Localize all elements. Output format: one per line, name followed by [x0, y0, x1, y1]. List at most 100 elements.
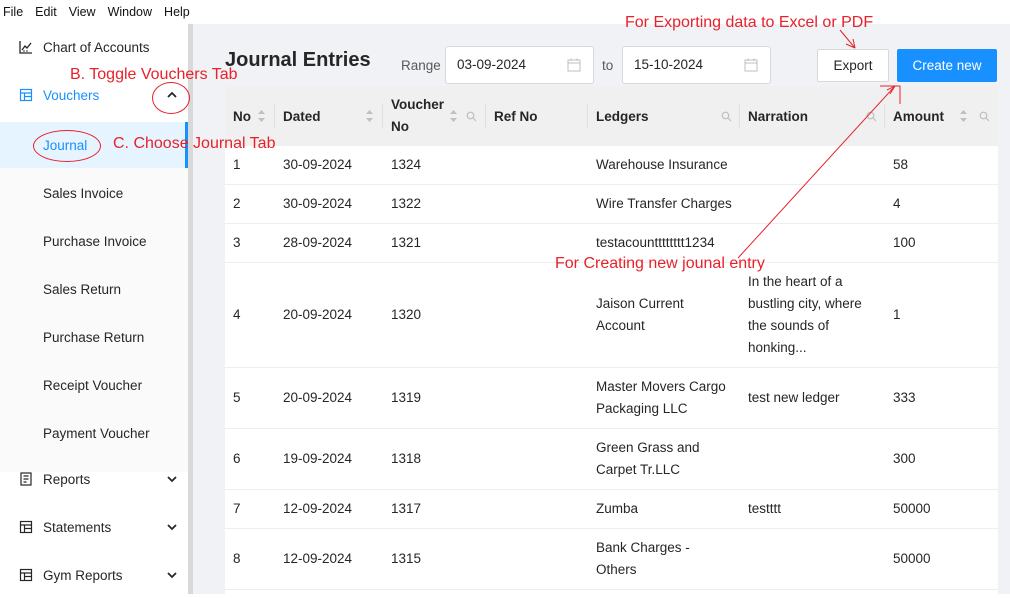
report-icon — [20, 472, 32, 486]
table-row[interactable]: 5 20-09-2024 1319 Master Movers Cargo Pac… — [225, 368, 998, 429]
sidebar-item-purchase-invoice[interactable]: Purchase Invoice — [0, 218, 188, 264]
cell-voucher-no: 1321 — [391, 235, 422, 250]
cell-dated: 30-09-2024 — [283, 157, 353, 172]
sidebar-item-purchase-return[interactable]: Purchase Return — [0, 314, 188, 360]
chart-icon — [19, 41, 32, 54]
submenu-label: Purchase Invoice — [43, 233, 147, 249]
column-label: Dated — [283, 108, 321, 124]
ledger-line: Green Grass and — [596, 440, 700, 455]
cell-voucher-no: 1317 — [391, 501, 422, 516]
chevron-down-icon[interactable] — [166, 569, 178, 581]
table-header: No Dated Voucher No Ref No Ledgers Narra… — [225, 86, 998, 146]
sidebar-item-sales-return[interactable]: Sales Return — [0, 266, 188, 312]
narration-line: the sounds of — [748, 318, 830, 333]
sidebar-item-label: Statements — [43, 519, 112, 535]
journal-table: No Dated Voucher No Ref No Ledgers Narra… — [225, 86, 998, 594]
cell-no: 4 — [233, 307, 241, 322]
menu-window[interactable]: Window — [108, 5, 152, 19]
sidebar-item-chart-of-accounts[interactable]: Chart of Accounts — [0, 24, 188, 70]
column-header-amount[interactable]: Amount — [885, 86, 998, 146]
toggle-annotation: B. Toggle Vouchers Tab — [70, 66, 238, 83]
cell-narration: test new ledger — [748, 390, 840, 405]
ledger-line: Packaging LLC — [596, 401, 688, 416]
column-header-ref-no[interactable]: Ref No — [486, 86, 588, 146]
cell-amount: 50000 — [893, 551, 931, 566]
vouchers-submenu: Journal Sales Invoice Purchase Invoice S… — [0, 122, 188, 472]
column-header-ledgers[interactable]: Ledgers — [588, 86, 740, 146]
search-icon[interactable] — [866, 111, 877, 122]
chevron-down-icon[interactable] — [166, 473, 178, 485]
cell-ledgers: Warehouse Insurance — [596, 146, 728, 184]
cell-dated: 28-09-2024 — [283, 235, 353, 250]
cell-amount: 4 — [893, 196, 901, 211]
cell-no: 5 — [233, 390, 241, 405]
column-label: No — [233, 108, 251, 124]
cell-dated: 20-09-2024 — [283, 390, 353, 405]
cell-narration: testttt — [748, 501, 782, 516]
table-row[interactable]: 4 20-09-2024 1320 Jaison Current Account … — [225, 263, 998, 368]
sidebar-item-statements[interactable]: Statements — [0, 504, 188, 550]
cell-no: 8 — [233, 551, 241, 566]
sidebar-item-gym-reports[interactable]: Gym Reports — [0, 552, 188, 598]
sort-icon[interactable] — [449, 109, 458, 123]
search-icon[interactable] — [979, 111, 990, 122]
table-row[interactable]: 8 12-09-2024 1315 Bank Charges - Others 5… — [225, 529, 998, 590]
start-date-field[interactable]: 03-09-2024 — [445, 46, 594, 84]
cell-amount: 333 — [893, 390, 916, 405]
search-icon[interactable] — [721, 111, 732, 122]
submenu-label: Purchase Return — [43, 329, 145, 345]
cell-ledgers: Green Grass and Carpet Tr.LLC — [596, 429, 700, 489]
sort-icon[interactable] — [365, 109, 374, 123]
column-header-voucher-no[interactable]: Voucher No — [383, 86, 486, 146]
range-label: Range — [401, 58, 441, 73]
cell-voucher-no: 1315 — [391, 551, 422, 566]
menu-file[interactable]: File — [3, 5, 23, 19]
column-label: No — [391, 119, 409, 134]
sidebar-item-label: Gym Reports — [43, 567, 123, 583]
cell-amount: 50000 — [893, 501, 931, 516]
sidebar-item-reports[interactable]: Reports — [0, 456, 188, 502]
menu-help[interactable]: Help — [164, 5, 190, 19]
cell-narration: In the heart of a bustling city, where t… — [748, 263, 862, 367]
chevron-down-icon[interactable] — [166, 521, 178, 533]
sidebar-item-sales-invoice[interactable]: Sales Invoice — [0, 170, 188, 216]
sidebar-item-label: Reports — [43, 471, 91, 487]
sidebar-item-receipt-voucher[interactable]: Receipt Voucher — [0, 362, 188, 408]
table-row[interactable]: 6 19-09-2024 1318 Green Grass and Carpet … — [225, 429, 998, 490]
cell-amount: 100 — [893, 235, 916, 250]
sort-icon[interactable] — [257, 109, 266, 123]
export-annotation: For Exporting data to Excel or PDF — [625, 14, 874, 31]
table-row[interactable]: 1 30-09-2024 1324 Warehouse Insurance 58 — [225, 146, 998, 185]
table-row[interactable]: 7 12-09-2024 1317 Zumba testttt 50000 — [225, 490, 998, 529]
cell-dated: 12-09-2024 — [283, 501, 353, 516]
end-date-field[interactable]: 15-10-2024 — [622, 46, 771, 84]
export-button[interactable]: Export — [817, 49, 889, 82]
cell-dated: 12-09-2024 — [283, 551, 353, 566]
menu-edit[interactable]: Edit — [35, 5, 57, 19]
submenu-label: Payment Voucher — [43, 425, 150, 441]
ledger-line: Zumba — [596, 501, 639, 516]
menu-view[interactable]: View — [69, 5, 96, 19]
table-row[interactable]: 2 30-09-2024 1322 Wire Transfer Charges … — [225, 185, 998, 224]
sort-icon[interactable] — [959, 109, 968, 123]
cell-no: 7 — [233, 501, 241, 516]
column-label: Narration — [748, 108, 809, 124]
cell-ledgers: Bank Charges - Others — [596, 529, 690, 589]
cell-ledgers: Zumba — [596, 490, 638, 528]
column-header-narration[interactable]: Narration — [740, 86, 885, 146]
cell-dated: 20-09-2024 — [283, 307, 353, 322]
toggle-circle — [152, 82, 190, 114]
ledger-line: Wire Transfer Charges — [596, 196, 732, 211]
search-icon[interactable] — [466, 111, 477, 122]
sidebar-item-label: Vouchers — [43, 87, 100, 103]
sidebar-item-payment-voucher[interactable]: Payment Voucher — [0, 410, 188, 456]
cell-dated: 30-09-2024 — [283, 196, 353, 211]
column-header-dated[interactable]: Dated — [275, 86, 383, 146]
cell-no: 2 — [233, 196, 241, 211]
choose-annotation: C. Choose Journal Tab — [113, 135, 276, 152]
create-new-button[interactable]: Create new — [897, 49, 997, 82]
cell-ledgers: Master Movers Cargo Packaging LLC — [596, 368, 726, 428]
ledger-line: Carpet Tr.LLC — [596, 462, 681, 477]
sidebar-item-label: Chart of Accounts — [43, 39, 150, 55]
start-date-value: 03-09-2024 — [457, 57, 527, 72]
